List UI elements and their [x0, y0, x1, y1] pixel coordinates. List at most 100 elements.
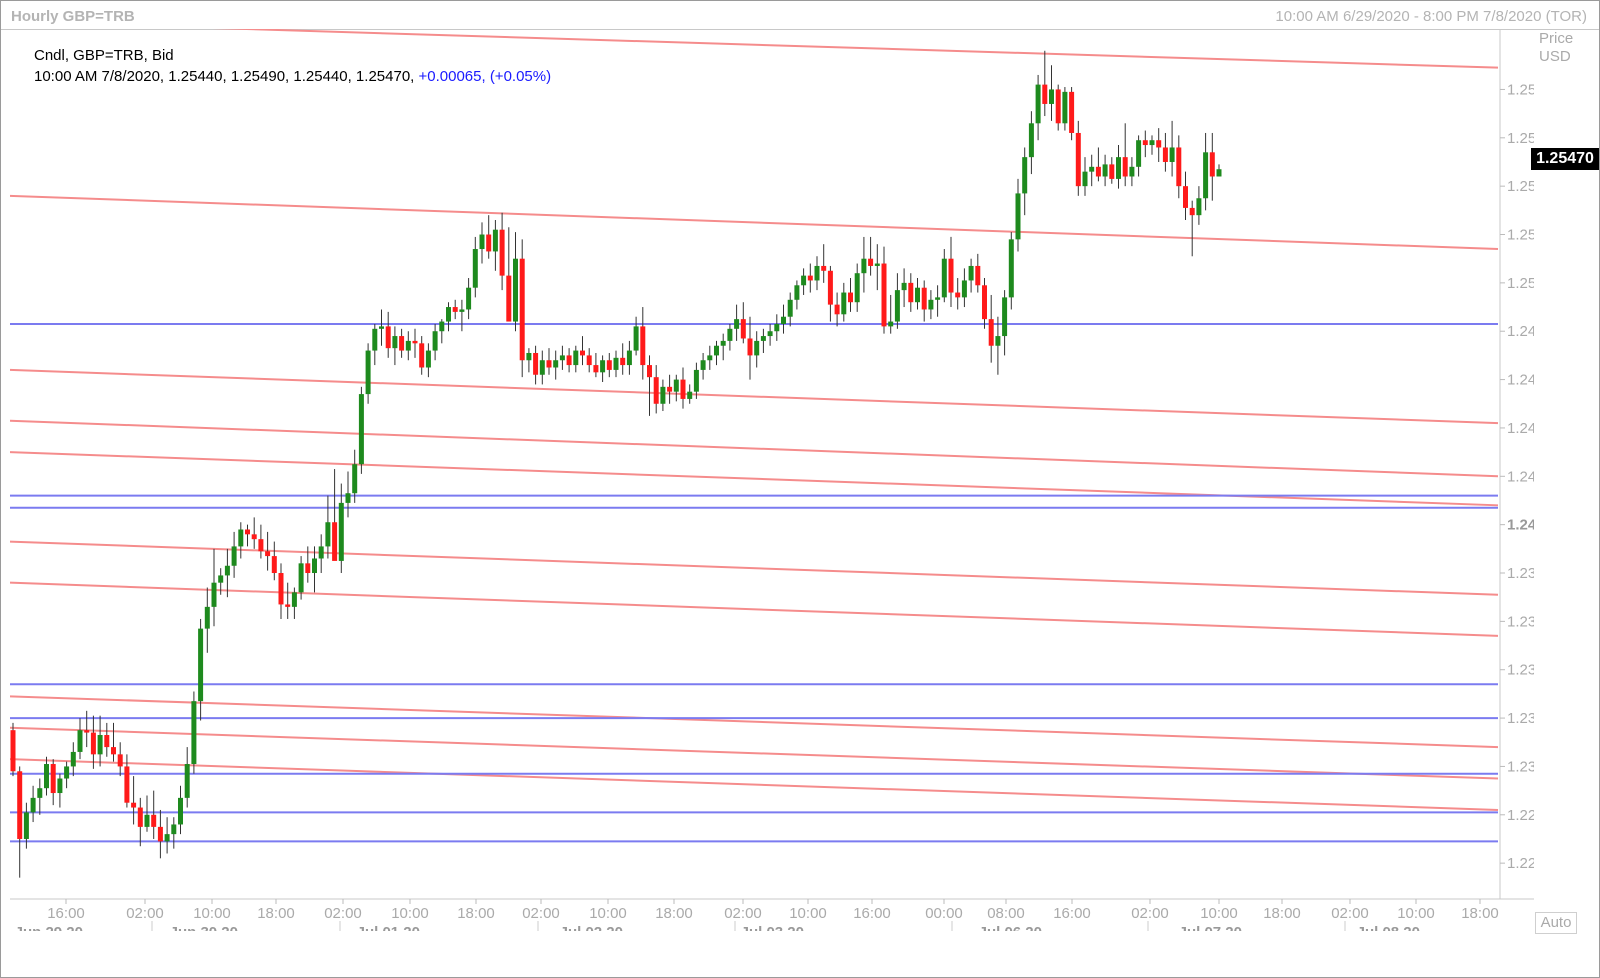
candle-body	[1162, 147, 1168, 162]
candle-body	[23, 812, 29, 839]
candle-body	[352, 464, 358, 494]
candle-body	[1116, 157, 1121, 179]
candle-body	[50, 764, 56, 794]
candle-body	[807, 275, 813, 281]
candle-body	[1035, 84, 1041, 124]
x-date-label: Jul 07 20	[1179, 924, 1242, 931]
candle-body	[318, 546, 324, 559]
candle-body	[586, 355, 592, 366]
candle-body	[231, 546, 237, 566]
candle-body	[372, 328, 378, 351]
candle-body	[164, 834, 170, 842]
candle-body	[452, 307, 458, 312]
plot-area[interactable]: 1.226 1.228 1.23 1.232 1.234 1.236 1.238 1.24 1.…	[10, 29, 1534, 931]
candle-body	[1196, 198, 1202, 216]
x-time-label: 02:00	[126, 905, 164, 922]
candle-body	[90, 732, 96, 755]
candle-body	[928, 299, 934, 310]
candle-body	[613, 357, 619, 370]
x-date-label: Jul 08 20	[1357, 924, 1420, 931]
candle-body	[10, 730, 16, 772]
candle-body	[573, 350, 579, 366]
candle-body	[647, 365, 652, 378]
y-tick-label: 1.246	[1507, 372, 1534, 389]
candle-body	[258, 539, 264, 552]
candle-body	[17, 771, 23, 839]
candle-body	[64, 766, 70, 779]
candle-body	[151, 814, 157, 827]
candle-body	[935, 297, 941, 300]
x-time-label: 10:00	[391, 905, 429, 922]
candle-body	[425, 350, 431, 368]
candle-body	[57, 778, 63, 794]
candle-body	[419, 343, 425, 368]
y-tick-label: 1.258	[1507, 81, 1534, 98]
candle-body	[385, 326, 391, 349]
y-tick-label: 1.232	[1507, 710, 1534, 727]
candle-body	[131, 802, 137, 808]
candle-body	[245, 529, 250, 535]
candle-body	[961, 280, 967, 298]
candle-body	[70, 751, 76, 767]
y-tick-label: 1.238	[1507, 565, 1534, 582]
candle-body	[77, 730, 83, 752]
horizontal-lines	[10, 322, 1498, 843]
candle-body	[1075, 132, 1081, 187]
candle-body	[37, 788, 43, 798]
candle-body	[459, 309, 465, 312]
y-tick-label: 1.234	[1507, 662, 1534, 679]
y-tick-label: 1.23	[1507, 758, 1534, 775]
candle-body	[881, 263, 887, 327]
trend-line	[10, 758, 1499, 811]
y-tick-label: 1.228	[1507, 807, 1534, 824]
candle-body	[600, 360, 606, 373]
candle-body	[466, 287, 472, 310]
candle-body	[298, 563, 304, 593]
candle-body	[1095, 166, 1101, 177]
candle-body	[814, 265, 820, 281]
auto-scale-button[interactable]: Auto	[1535, 912, 1577, 934]
candle-body	[191, 701, 197, 765]
candle-body	[559, 355, 565, 361]
candle-body	[781, 316, 786, 324]
candle-body	[948, 258, 954, 293]
y-axis-currency-label: USD	[1539, 48, 1571, 65]
candle-body	[888, 321, 894, 327]
candle-body	[526, 352, 532, 361]
chart-title: Hourly GBP=TRB	[11, 8, 135, 25]
candle-body	[117, 754, 123, 767]
x-time-label: 18:00	[655, 905, 693, 922]
candle-body	[1183, 186, 1188, 208]
candle-body	[533, 352, 539, 375]
candle-body	[868, 258, 874, 266]
candle-body	[693, 369, 699, 392]
candle-body	[211, 582, 217, 607]
x-date-label: Jun 30 20	[170, 924, 238, 931]
candle-body	[285, 604, 291, 607]
candle-body	[620, 357, 626, 366]
candle-body	[184, 764, 190, 798]
candle-body	[1102, 164, 1108, 177]
candle-body	[1109, 164, 1115, 179]
candle-body	[124, 766, 130, 803]
candle-body	[137, 807, 143, 827]
trend-line	[10, 581, 1499, 637]
candle-body	[412, 340, 418, 344]
candle-body	[1055, 89, 1061, 124]
candle-body	[707, 355, 713, 361]
candlestick-chart[interactable]: 1.226 1.228 1.23 1.232 1.234 1.236 1.238 1.24 1.…	[10, 29, 1534, 931]
candle-body	[265, 551, 271, 557]
candle-body	[144, 814, 150, 827]
candle-body	[988, 319, 994, 346]
candle-body	[921, 287, 927, 310]
candle-body	[687, 391, 693, 399]
candle-body	[626, 350, 632, 366]
candle-body	[580, 350, 585, 356]
candle-body	[667, 386, 673, 392]
candle-body	[1089, 166, 1095, 172]
x-date-label: Jul 03 20	[741, 924, 804, 931]
x-time-label: 10:00	[789, 905, 827, 922]
candle-body	[894, 290, 900, 322]
candle-body	[84, 730, 90, 733]
candle-body	[955, 292, 961, 298]
